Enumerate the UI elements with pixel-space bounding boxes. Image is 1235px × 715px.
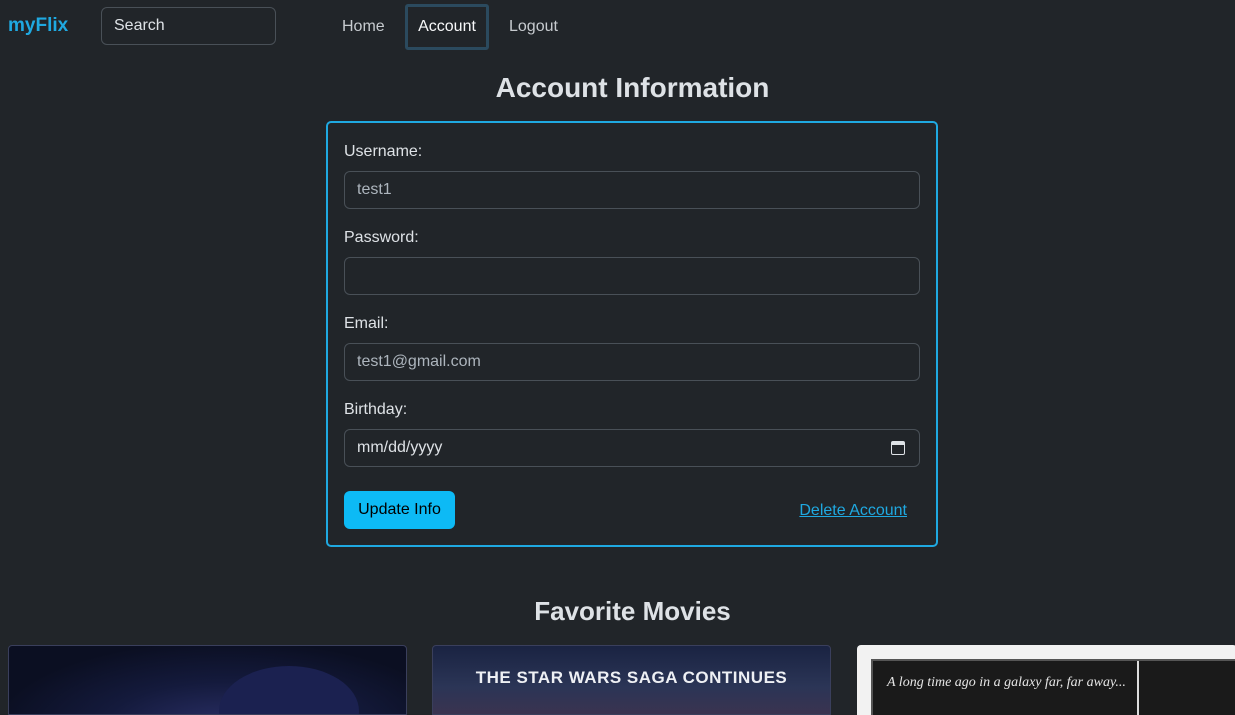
birthday-placeholder: mm/dd/yyyy bbox=[357, 439, 443, 456]
birthday-label: Birthday: bbox=[344, 401, 408, 418]
favorites-title: Favorite Movies bbox=[534, 596, 731, 626]
poster-frame: A long time ago in a galaxy far, far awa… bbox=[871, 659, 1235, 715]
nav-home-link[interactable]: Home bbox=[332, 4, 395, 50]
poster-divider bbox=[1137, 661, 1139, 715]
update-info-button[interactable]: Update Info bbox=[344, 491, 455, 529]
username-label: Username: bbox=[344, 143, 423, 160]
movie-poster[interactable] bbox=[8, 645, 407, 715]
calendar-icon[interactable] bbox=[891, 441, 905, 455]
navbar: myFlix Home Account Logout bbox=[0, 0, 1235, 54]
username-field[interactable]: test1 bbox=[344, 171, 920, 209]
account-form: Username: test1 Password: Email: test1@g… bbox=[326, 121, 938, 547]
nav-logout-link[interactable]: Logout bbox=[499, 4, 568, 50]
movie-poster[interactable]: THE STAR WARS SAGA CONTINUES bbox=[432, 645, 831, 715]
search-input[interactable] bbox=[101, 7, 276, 45]
brand-logo[interactable]: myFlix bbox=[8, 15, 68, 37]
email-field[interactable]: test1@gmail.com bbox=[344, 343, 920, 381]
password-label: Password: bbox=[344, 229, 419, 246]
poster-text: THE STAR WARS SAGA CONTINUES bbox=[475, 668, 788, 687]
movie-poster[interactable]: A long time ago in a galaxy far, far awa… bbox=[857, 645, 1235, 715]
email-label: Email: bbox=[344, 315, 389, 332]
password-field[interactable] bbox=[344, 257, 920, 295]
delete-account-link[interactable]: Delete Account bbox=[799, 502, 907, 520]
page-title: Account Information bbox=[495, 72, 770, 103]
poster-text: A long time ago in a galaxy far, far awa… bbox=[887, 675, 1126, 690]
nav-account-link[interactable]: Account bbox=[405, 4, 489, 50]
birthday-field[interactable]: mm/dd/yyyy bbox=[344, 429, 920, 467]
